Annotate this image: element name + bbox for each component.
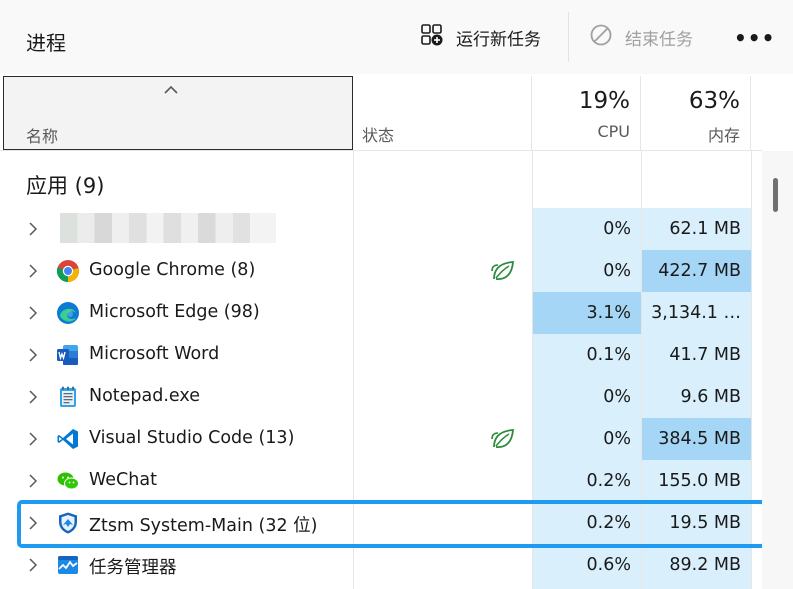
process-row[interactable]: 0% 62.1 MB: [0, 208, 762, 250]
process-cpu: 0.1%: [586, 345, 631, 365]
process-memory: 3,134.1 …: [651, 303, 741, 323]
expand-chevron-icon[interactable]: [28, 431, 38, 447]
process-name: 任务管理器: [89, 558, 177, 578]
edge-icon: [56, 301, 80, 325]
column-memory-label: 内存: [707, 126, 740, 145]
expand-chevron-icon[interactable]: [28, 221, 38, 237]
expand-chevron-icon[interactable]: [28, 557, 38, 573]
expand-chevron-icon[interactable]: [28, 305, 38, 321]
scrollbar-thumb[interactable]: [773, 178, 778, 212]
notepad-icon: [56, 385, 80, 409]
expand-chevron-icon[interactable]: [28, 263, 38, 279]
expand-chevron-icon[interactable]: [28, 473, 38, 489]
sort-ascending-icon: [164, 85, 178, 94]
process-cpu: 0%: [603, 261, 631, 281]
expand-chevron-icon[interactable]: [28, 515, 38, 531]
process-row[interactable]: Ztsm System-Main (32 位) 0.2% 19.5 MB: [0, 502, 762, 544]
process-memory: 422.7 MB: [658, 261, 741, 281]
process-memory: 89.2 MB: [669, 555, 741, 575]
column-header-cpu[interactable]: 19% CPU: [532, 76, 641, 150]
header-divider: [0, 150, 762, 151]
section-title-apps: 应用 (9): [26, 174, 105, 198]
process-row[interactable]: Microsoft Edge (98) 3.1% 3,134.1 …: [0, 292, 762, 334]
process-memory: 9.6 MB: [680, 387, 742, 407]
column-header-name[interactable]: 名称: [3, 76, 353, 150]
process-name: Visual Studio Code (13): [89, 428, 295, 448]
memory-total-percent: 63%: [688, 88, 740, 114]
toolbar-divider: [568, 12, 569, 62]
wechat-icon: [56, 469, 80, 493]
process-cpu: 0%: [603, 219, 631, 239]
column-header-status[interactable]: 状态: [353, 76, 532, 150]
column-header: 名称 状态 19% CPU 63% 内存: [0, 74, 793, 150]
expand-chevron-icon[interactable]: [28, 389, 38, 405]
process-row[interactable]: Google Chrome (8) 0% 422.7 MB: [0, 250, 762, 292]
end-task-label: 结束任务: [625, 29, 693, 50]
run-new-task-button[interactable]: 运行新任务: [420, 20, 541, 54]
word-icon: [56, 343, 80, 367]
vertical-scrollbar[interactable]: [762, 151, 793, 589]
end-task-button[interactable]: 结束任务: [589, 20, 693, 54]
column-cpu-label: CPU: [597, 122, 630, 141]
column-name-label: 名称: [26, 127, 59, 146]
process-memory: 41.7 MB: [669, 345, 741, 365]
process-cpu: 3.1%: [586, 303, 631, 323]
page-title: 进程: [26, 31, 66, 55]
process-name: Ztsm System-Main (32 位): [89, 516, 318, 536]
process-row[interactable]: Notepad.exe 0% 9.6 MB: [0, 376, 762, 418]
process-name: WeChat: [89, 470, 157, 490]
process-row[interactable]: 任务管理器 0.6% 89.2 MB: [0, 544, 762, 586]
end-task-icon: [589, 23, 625, 52]
process-memory: 19.5 MB: [669, 513, 741, 533]
chrome-icon: [56, 259, 80, 283]
command-bar: 进程 运行新任务 结束任务 •••: [0, 0, 793, 74]
process-name: Microsoft Word: [89, 344, 220, 364]
task-manager-icon: [56, 553, 80, 577]
cpu-total-percent: 19%: [578, 88, 630, 114]
process-cpu: 0.2%: [586, 471, 631, 491]
process-row[interactable]: Visual Studio Code (13) 0% 384.5 MB: [0, 418, 762, 460]
efficiency-mode-leaf-icon: [490, 259, 516, 283]
process-name: Microsoft Edge (98): [89, 302, 260, 322]
process-cpu: 0.6%: [586, 555, 631, 575]
column-status-label: 状态: [362, 126, 395, 145]
process-cpu: 0%: [603, 429, 631, 449]
ztsm-shield-icon: [56, 511, 80, 535]
vscode-icon: [56, 427, 80, 451]
process-memory: 384.5 MB: [658, 429, 741, 449]
process-row[interactable]: WeChat 0.2% 155.0 MB: [0, 460, 762, 502]
column-header-memory[interactable]: 63% 内存: [641, 76, 751, 150]
redacted-app-name: [60, 213, 276, 243]
process-memory: 62.1 MB: [669, 219, 741, 239]
expand-chevron-icon[interactable]: [28, 347, 38, 363]
process-name: Google Chrome (8): [89, 260, 256, 280]
process-row[interactable]: Microsoft Word 0.1% 41.7 MB: [0, 334, 762, 376]
efficiency-mode-leaf-icon: [490, 427, 516, 451]
process-memory: 155.0 MB: [658, 471, 741, 491]
process-name: Notepad.exe: [89, 386, 200, 406]
process-cpu: 0%: [603, 387, 631, 407]
process-cpu: 0.2%: [586, 513, 631, 533]
run-new-task-icon: [420, 23, 456, 52]
more-options-button[interactable]: •••: [734, 26, 775, 50]
run-new-task-label: 运行新任务: [456, 29, 541, 50]
